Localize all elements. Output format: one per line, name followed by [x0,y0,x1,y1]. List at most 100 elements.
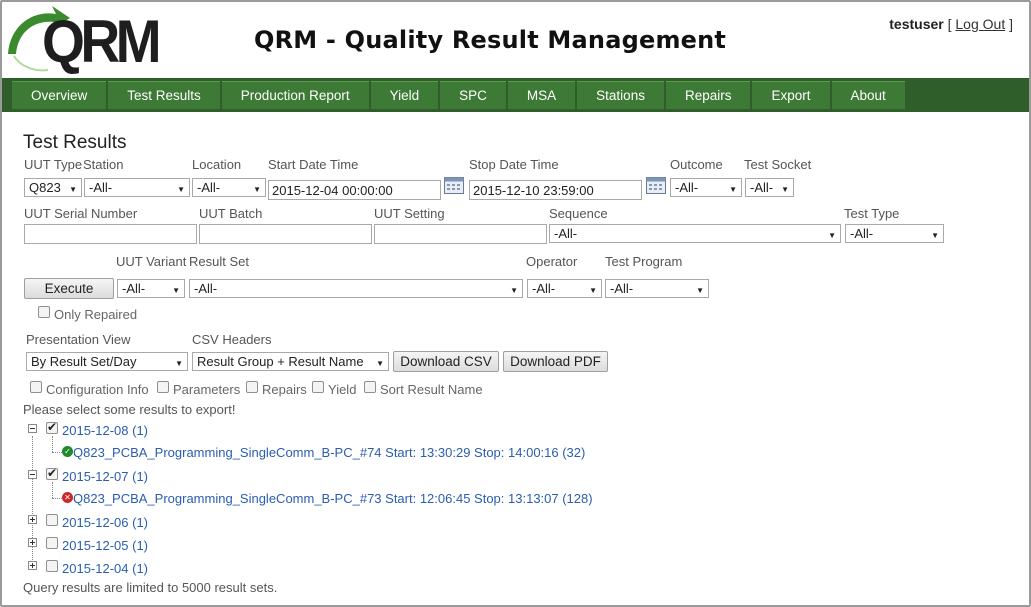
result-set-label: Result Set [189,254,249,269]
outcome-label: Outcome [670,157,723,172]
configuration-info-checkbox[interactable] [30,381,42,393]
tree-node-4-expand-icon[interactable] [28,538,37,547]
repairs-label: Repairs [262,382,307,397]
tree-node-3-date[interactable]: 2015-12-06 (1) [62,515,148,530]
start-date-input[interactable]: 2015-12-04 00:00:00 [268,180,441,200]
uut-variant-select[interactable]: -All- [117,279,185,298]
uut-serial-label: UUT Serial Number [24,206,138,221]
user-box: testuser [ Log Out ] [889,16,1013,32]
nav-yield[interactable]: Yield [370,81,439,109]
app-title: QRM - Quality Result Management [254,26,727,54]
tree-node-5-date[interactable]: 2015-12-04 (1) [62,561,148,576]
uut-serial-input[interactable] [24,224,197,244]
download-csv-button[interactable]: Download CSV [393,351,499,372]
test-socket-select[interactable]: -All- [745,178,794,197]
tree-node-3-checkbox[interactable] [46,514,58,526]
logo-text: QRM [42,8,162,75]
tree-node-1-date[interactable]: 2015-12-08 (1) [62,423,148,438]
sequence-label: Sequence [549,206,608,221]
nav-about[interactable]: About [831,81,905,109]
tree-trunk-line [32,436,33,568]
stop-date-input[interactable]: 2015-12-10 23:59:00 [469,180,642,200]
presentation-view-label: Presentation View [26,332,131,347]
page-title: Test Results [23,132,127,153]
username: testuser [889,16,944,32]
parameters-checkbox[interactable] [157,381,169,393]
csv-headers-select[interactable]: Result Group + Result Name [192,352,389,371]
tree-node-4-date[interactable]: 2015-12-05 (1) [62,538,148,553]
station-label: Station [83,157,124,172]
download-pdf-button[interactable]: Download PDF [503,351,608,372]
uut-variant-label: UUT Variant [116,254,187,269]
sort-result-name-checkbox[interactable] [364,381,376,393]
execute-button[interactable]: Execute [24,278,114,299]
nav-export[interactable]: Export [752,81,830,109]
test-program-label: Test Program [605,254,683,269]
presentation-view-select[interactable]: By Result Set/Day [26,352,188,371]
test-type-label: Test Type [844,206,900,221]
tree-node-1-result[interactable]: Q823_PCBA_Programming_SingleComm_B-PC_#7… [73,445,585,460]
yield-checkbox[interactable] [312,381,324,393]
pass-check-icon: ✓ [62,446,73,457]
fail-x-icon: ✕ [62,492,73,503]
nav-spc[interactable]: SPC [440,81,506,109]
operator-select[interactable]: -All- [527,279,602,298]
main-nav: Overview Test Results Production Report … [2,78,1029,112]
uut-setting-label: UUT Setting [374,206,445,221]
test-socket-label: Test Socket [744,157,812,172]
qrm-logo: QRM [4,4,164,78]
stop-date-label: Stop Date Time [469,157,559,172]
start-date-label: Start Date Time [268,157,359,172]
station-select[interactable]: -All- [84,178,190,197]
start-calendar-icon[interactable] [444,176,464,194]
sort-result-name-label: Sort Result Name [380,382,483,397]
nav-repairs[interactable]: Repairs [665,81,751,109]
only-repaired-label: Only Repaired [54,307,138,322]
uut-batch-input[interactable] [199,224,372,244]
location-label: Location [192,157,242,172]
tree-branch-line [52,436,53,452]
bracket-close: ] [1009,16,1013,32]
operator-label: Operator [526,254,578,269]
nav-overview[interactable]: Overview [12,81,107,109]
query-limit-note: Query results are limited to 5000 result… [23,580,278,595]
uut-type-label: UUT Type [24,157,83,172]
tree-node-1-collapse-icon[interactable] [28,424,37,433]
tree-node-5-checkbox[interactable] [46,560,58,572]
nav-stations[interactable]: Stations [577,81,664,109]
tree-node-2-collapse-icon[interactable] [28,470,37,479]
yield-label: Yield [328,382,357,397]
nav-msa[interactable]: MSA [507,81,576,109]
tree-branch-line [52,482,53,498]
location-select[interactable]: -All- [192,178,266,197]
uut-type-select[interactable]: Q823 [24,178,82,197]
parameters-label: Parameters [173,382,241,397]
stop-calendar-icon[interactable] [646,176,666,194]
sequence-select[interactable]: -All- [549,224,841,243]
tree-branch-line [52,498,62,499]
csv-headers-label: CSV Headers [192,332,272,347]
configuration-info-label: Configuration Info [46,382,149,397]
tree-node-1-checkbox[interactable] [46,420,58,434]
outcome-select[interactable]: -All- [670,178,742,197]
tree-node-4-checkbox[interactable] [46,537,58,549]
uut-setting-input[interactable] [374,224,547,244]
repairs-checkbox[interactable] [246,381,258,393]
nav-test-results[interactable]: Test Results [108,81,220,109]
result-set-select[interactable]: -All- [189,279,523,298]
tree-node-2-checkbox[interactable] [46,466,58,480]
tree-branch-line [52,452,62,453]
bracket-open: [ [947,16,952,32]
test-type-select[interactable]: -All- [845,224,944,243]
tree-node-2-date[interactable]: 2015-12-07 (1) [62,469,148,484]
only-repaired-checkbox[interactable] [38,306,50,318]
tree-node-5-expand-icon[interactable] [28,561,37,570]
nav-production-report[interactable]: Production Report [221,81,369,109]
header: QRM QRM - Quality Result Management test… [2,2,1029,78]
test-program-select[interactable]: -All- [605,279,709,298]
tree-node-2-result[interactable]: Q823_PCBA_Programming_SingleComm_B-PC_#7… [73,491,593,506]
logout-link[interactable]: Log Out [955,16,1005,32]
tree-node-3-expand-icon[interactable] [28,515,37,524]
uut-batch-label: UUT Batch [199,206,263,221]
export-message: Please select some results to export! [23,402,236,417]
